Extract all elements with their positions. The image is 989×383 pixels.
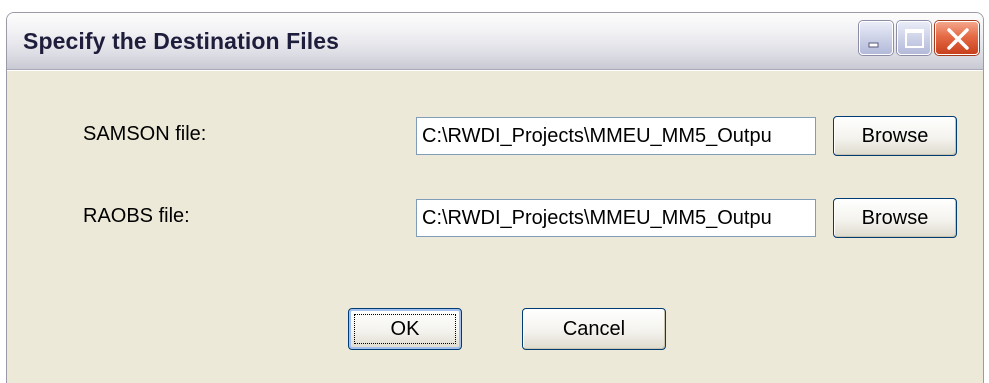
maximize-button[interactable] (897, 21, 931, 55)
dialog-body: SAMSON file: Browse RAOBS file: Browse O… (7, 70, 983, 383)
samson-file-label: SAMSON file: (83, 123, 207, 145)
ok-button[interactable]: OK (348, 308, 462, 350)
minimize-icon (868, 42, 879, 48)
raobs-file-label: RAOBS file: (83, 205, 190, 227)
samson-file-input[interactable] (416, 117, 816, 155)
samson-browse-button[interactable]: Browse (833, 116, 957, 156)
close-icon (947, 28, 969, 50)
ok-button-label: OK (390, 317, 420, 340)
maximize-icon (905, 29, 924, 48)
minimize-button[interactable] (859, 21, 893, 55)
dialog-title: Specify the Destination Files (23, 28, 340, 54)
cancel-button[interactable]: Cancel (522, 308, 666, 350)
raobs-browse-button[interactable]: Browse (833, 198, 957, 238)
close-button[interactable] (935, 21, 979, 55)
dialog-window: Specify the Destination Files SAMSON fil… (6, 12, 984, 383)
raobs-file-input[interactable] (416, 199, 816, 237)
title-bar[interactable]: Specify the Destination Files (7, 13, 983, 70)
